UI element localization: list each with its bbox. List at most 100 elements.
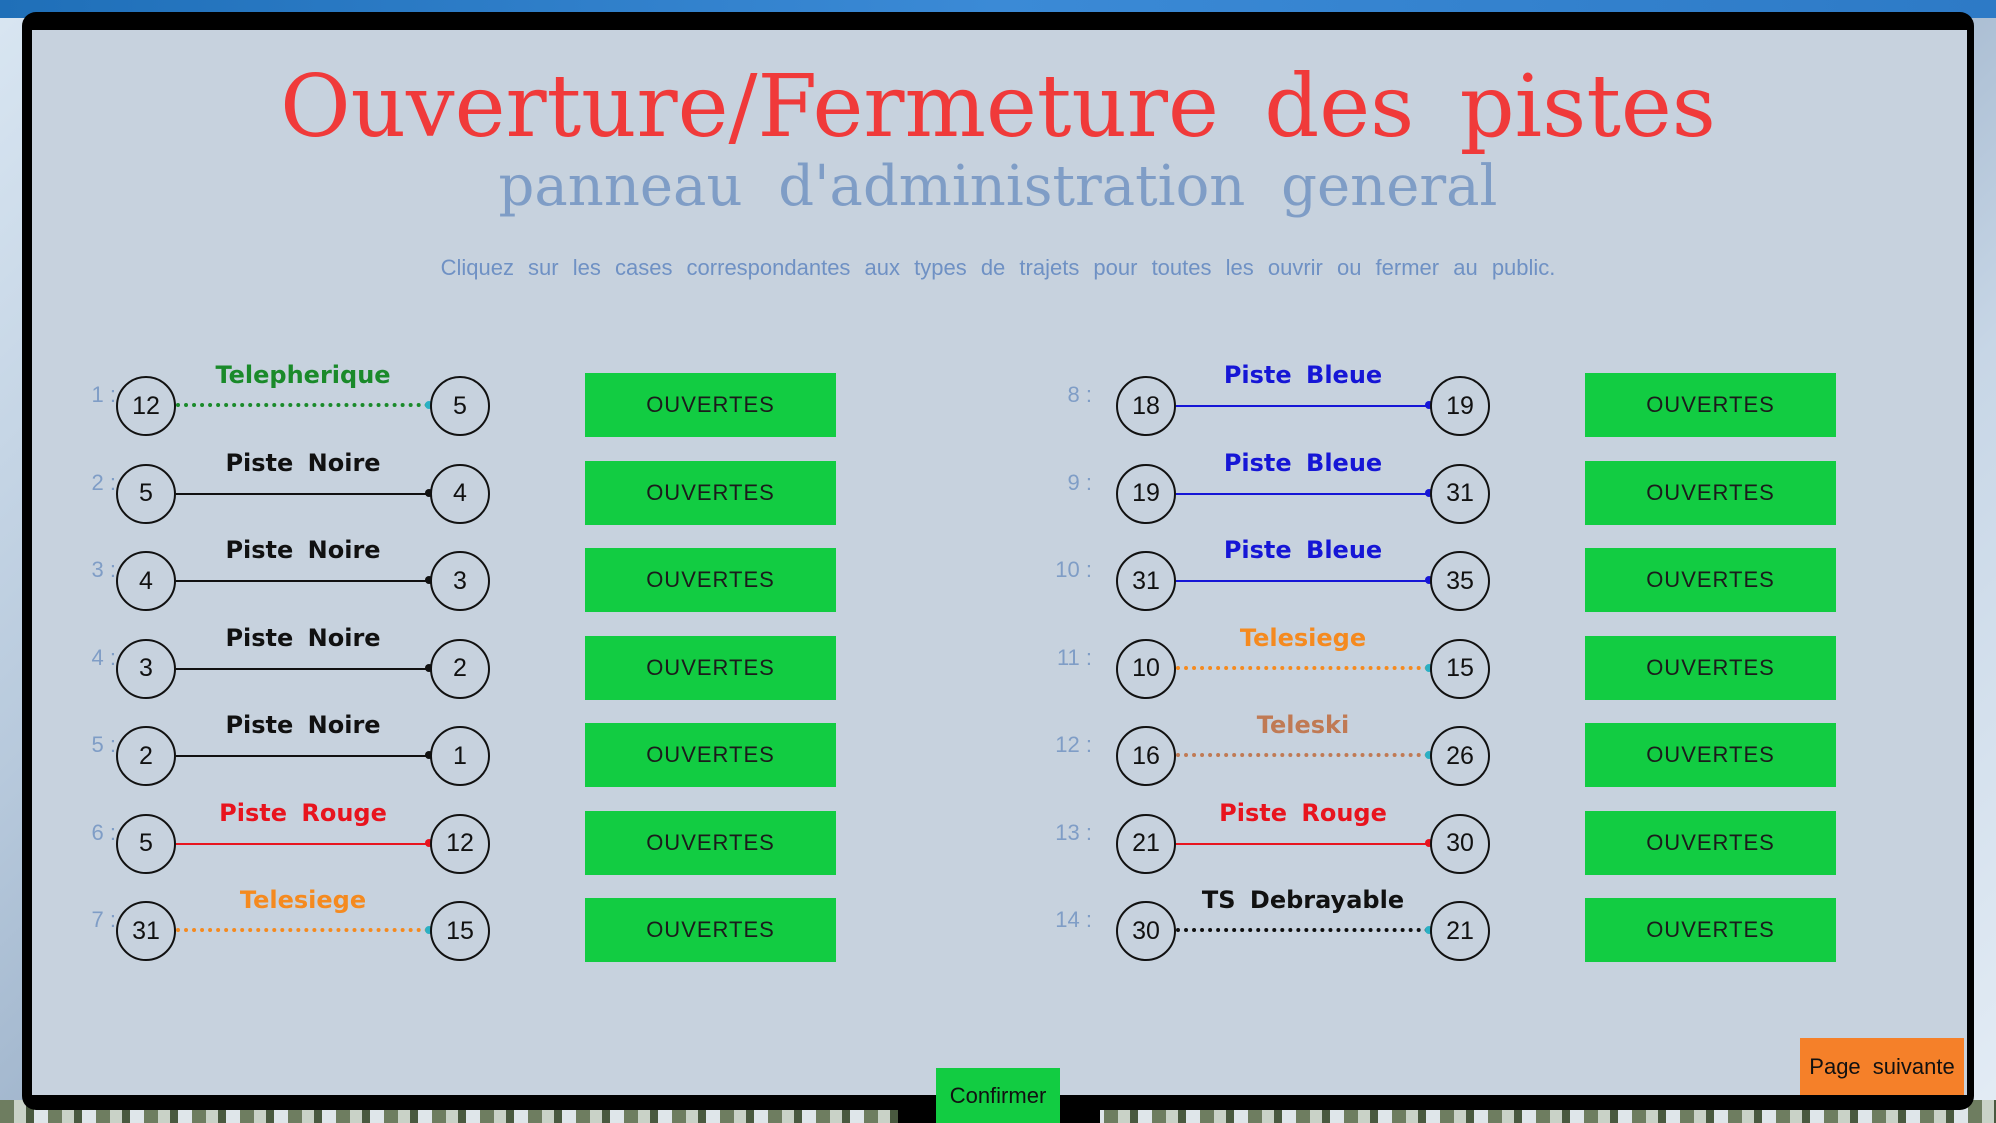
- open-close-toggle-button[interactable]: OUVERTES: [1585, 635, 1836, 700]
- route-type-label: Teleski: [1256, 711, 1350, 739]
- page-title: Ouverture/Fermeture des pistes: [280, 57, 1716, 157]
- start-node: 19: [1116, 463, 1176, 524]
- start-node: 31: [116, 901, 176, 961]
- open-close-toggle-button[interactable]: OUVERTES: [585, 460, 836, 525]
- end-node: 19: [1430, 376, 1490, 436]
- route-line: [1176, 405, 1429, 407]
- start-node: 12: [116, 376, 176, 436]
- route-row: 7 :31 15 Telesiege OUVERTES: [58, 885, 848, 965]
- route-type-label: Piste Bleue: [1223, 361, 1383, 389]
- open-close-toggle-button[interactable]: OUVERTES: [1585, 898, 1836, 962]
- route-type-label: Piste Bleue: [1223, 448, 1383, 477]
- confirm-button[interactable]: Confirmer: [936, 1068, 1060, 1123]
- route-row: 2 :5 4 Piste Noire OUVERTES: [58, 448, 848, 528]
- start-node: 21: [1116, 813, 1176, 874]
- route-type-label: Telesiege: [239, 886, 367, 914]
- route-index: 3 :: [91, 557, 116, 582]
- start-node: 30: [1116, 901, 1176, 961]
- route-index: 10 :: [1055, 557, 1092, 582]
- start-node: 5: [116, 463, 176, 524]
- end-node: 2: [430, 638, 490, 699]
- end-node: 31: [1430, 463, 1490, 524]
- route-line: [1176, 492, 1429, 495]
- open-close-toggle-button[interactable]: OUVERTES: [585, 548, 836, 612]
- end-node: 3: [430, 551, 490, 611]
- route-row: 12 : 16 26 Teleski OUVERTES: [1055, 710, 1848, 790]
- route-index: 13 :: [1055, 819, 1092, 845]
- end-node: 15: [1430, 638, 1490, 699]
- route-line: [176, 667, 429, 670]
- open-close-toggle-button[interactable]: OUVERTES: [585, 635, 836, 700]
- route-row: 10 : 31 35 Piste Bleue OUVERTES: [1055, 535, 1848, 615]
- route-line: [1176, 580, 1429, 582]
- route-index: 6 :: [91, 819, 116, 845]
- open-close-toggle-button[interactable]: OUVERTES: [585, 723, 836, 787]
- route-index: 2 :: [91, 469, 116, 495]
- end-node: 21: [1430, 901, 1490, 961]
- start-node: 3: [116, 638, 176, 699]
- open-close-toggle-button[interactable]: OUVERTES: [1585, 548, 1836, 612]
- route-type-label: TS Debrayable: [1201, 886, 1405, 914]
- route-type-label: Piste Rouge: [1219, 798, 1387, 827]
- end-node: 1: [430, 726, 490, 786]
- start-node: 18: [1116, 376, 1176, 436]
- route-row: 8 : 18 19 Piste Bleue OUVERTES: [1058, 360, 1848, 440]
- instruction-text: Cliquez sur les cases correspondantes au…: [440, 255, 1556, 280]
- route-line: [176, 580, 429, 582]
- route-index: 4 :: [91, 644, 116, 670]
- open-close-toggle-button[interactable]: OUVERTES: [1585, 460, 1836, 525]
- route-index: 14 :: [1055, 907, 1092, 932]
- end-node: 5: [430, 376, 490, 436]
- route-line: [176, 842, 429, 845]
- route-index: 9 :: [1067, 469, 1092, 495]
- route-index: 5 :: [91, 732, 116, 757]
- open-close-toggle-button[interactable]: OUVERTES: [585, 373, 836, 437]
- route-line: [1176, 842, 1429, 845]
- route-line: [1176, 928, 1429, 932]
- start-node: 4: [116, 551, 176, 611]
- route-line: [176, 928, 429, 932]
- route-type-label: Telesiege: [1239, 623, 1367, 652]
- start-node: 2: [116, 726, 176, 786]
- route-line: [1176, 753, 1429, 757]
- route-row: 13 : 21 30 Piste Rouge OUVERTES: [1055, 798, 1848, 878]
- route-index: 11 :: [1056, 644, 1092, 670]
- route-row: 9 : 19 31 Piste Bleue OUVERTES: [1058, 448, 1848, 528]
- route-line: [1176, 665, 1429, 670]
- start-node: 5: [116, 813, 176, 874]
- end-node: 12: [430, 813, 490, 874]
- route-row: 4 :3 2 Piste Noire OUVERTES: [58, 623, 848, 703]
- route-row: 14 : 30 21 TS Debrayable OUVERTES: [1055, 885, 1848, 965]
- route-row: 6 :5 12 Piste Rouge OUVERTES: [58, 798, 848, 878]
- open-close-toggle-button[interactable]: OUVERTES: [585, 810, 836, 875]
- end-node: 26: [1430, 726, 1490, 786]
- route-type-label: Piste Rouge: [219, 798, 387, 827]
- open-close-toggle-button[interactable]: OUVERTES: [1585, 723, 1836, 787]
- page-subtitle: panneau d'administration general: [498, 154, 1498, 219]
- start-node: 10: [1116, 638, 1176, 699]
- open-close-toggle-button[interactable]: OUVERTES: [1585, 810, 1836, 875]
- next-page-button[interactable]: Page suivante: [1800, 1038, 1964, 1095]
- route-type-label: Piste Noire: [225, 448, 381, 477]
- route-line: [176, 492, 429, 495]
- end-node: 35: [1430, 551, 1490, 611]
- route-type-label: Telepherique: [215, 361, 391, 389]
- route-index: 7 :: [91, 907, 116, 932]
- route-line: [176, 755, 429, 757]
- route-index: 1 :: [91, 382, 116, 407]
- route-row: 11 : 10 15 Telesiege OUVERTES: [1057, 623, 1848, 703]
- open-close-toggle-button[interactable]: OUVERTES: [1585, 373, 1836, 437]
- route-type-label: Piste Noire: [225, 623, 381, 652]
- route-type-label: Piste Noire: [225, 711, 381, 739]
- route-line: [176, 403, 429, 407]
- route-type-label: Piste Noire: [225, 536, 381, 564]
- route-index: 8 :: [1067, 382, 1092, 407]
- start-node: 31: [1116, 551, 1176, 611]
- route-type-label: Piste Bleue: [1223, 536, 1383, 564]
- end-node: 15: [430, 901, 490, 961]
- route-row: 5 :2 1 Piste Noire OUVERTES: [58, 710, 848, 790]
- route-row: 3 :4 3 Piste Noire OUVERTES: [58, 535, 848, 615]
- open-close-toggle-button[interactable]: OUVERTES: [585, 898, 836, 962]
- start-node: 16: [1116, 726, 1176, 786]
- end-node: 4: [430, 463, 490, 524]
